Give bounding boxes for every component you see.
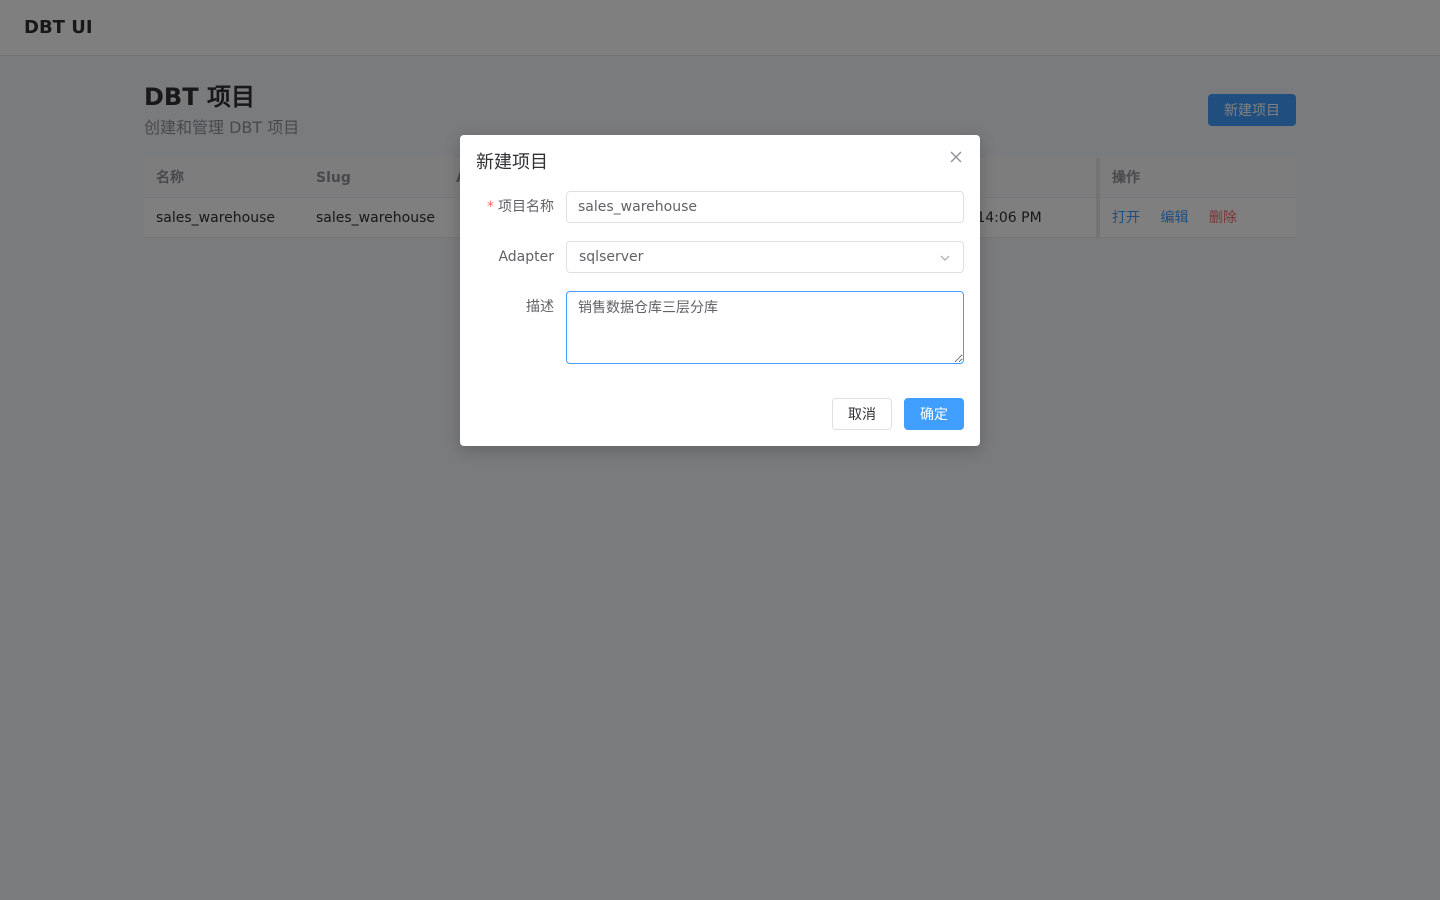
cancel-button[interactable]: 取消 [832, 398, 892, 430]
close-icon[interactable] [946, 147, 966, 167]
adapter-select-value: sqlserver [579, 249, 644, 265]
required-mark: * [487, 199, 494, 215]
confirm-button[interactable]: 确定 [904, 398, 964, 430]
description-textarea[interactable]: 销售数据仓库三层分库 [566, 291, 964, 364]
description-label: 描述 [526, 299, 554, 315]
adapter-label: Adapter [498, 249, 554, 265]
project-name-label: * 项目名称 [476, 191, 554, 223]
project-name-label-text: 项目名称 [498, 199, 554, 215]
chevron-down-icon [940, 255, 950, 261]
project-name-input[interactable] [566, 191, 964, 223]
adapter-select[interactable]: sqlserver [566, 241, 964, 273]
dialog-title: 新建项目 [476, 152, 548, 173]
new-project-dialog: 新建项目 *项目名称 Adapter sqlserver 描述 销售数据仓库三层… [460, 135, 980, 446]
